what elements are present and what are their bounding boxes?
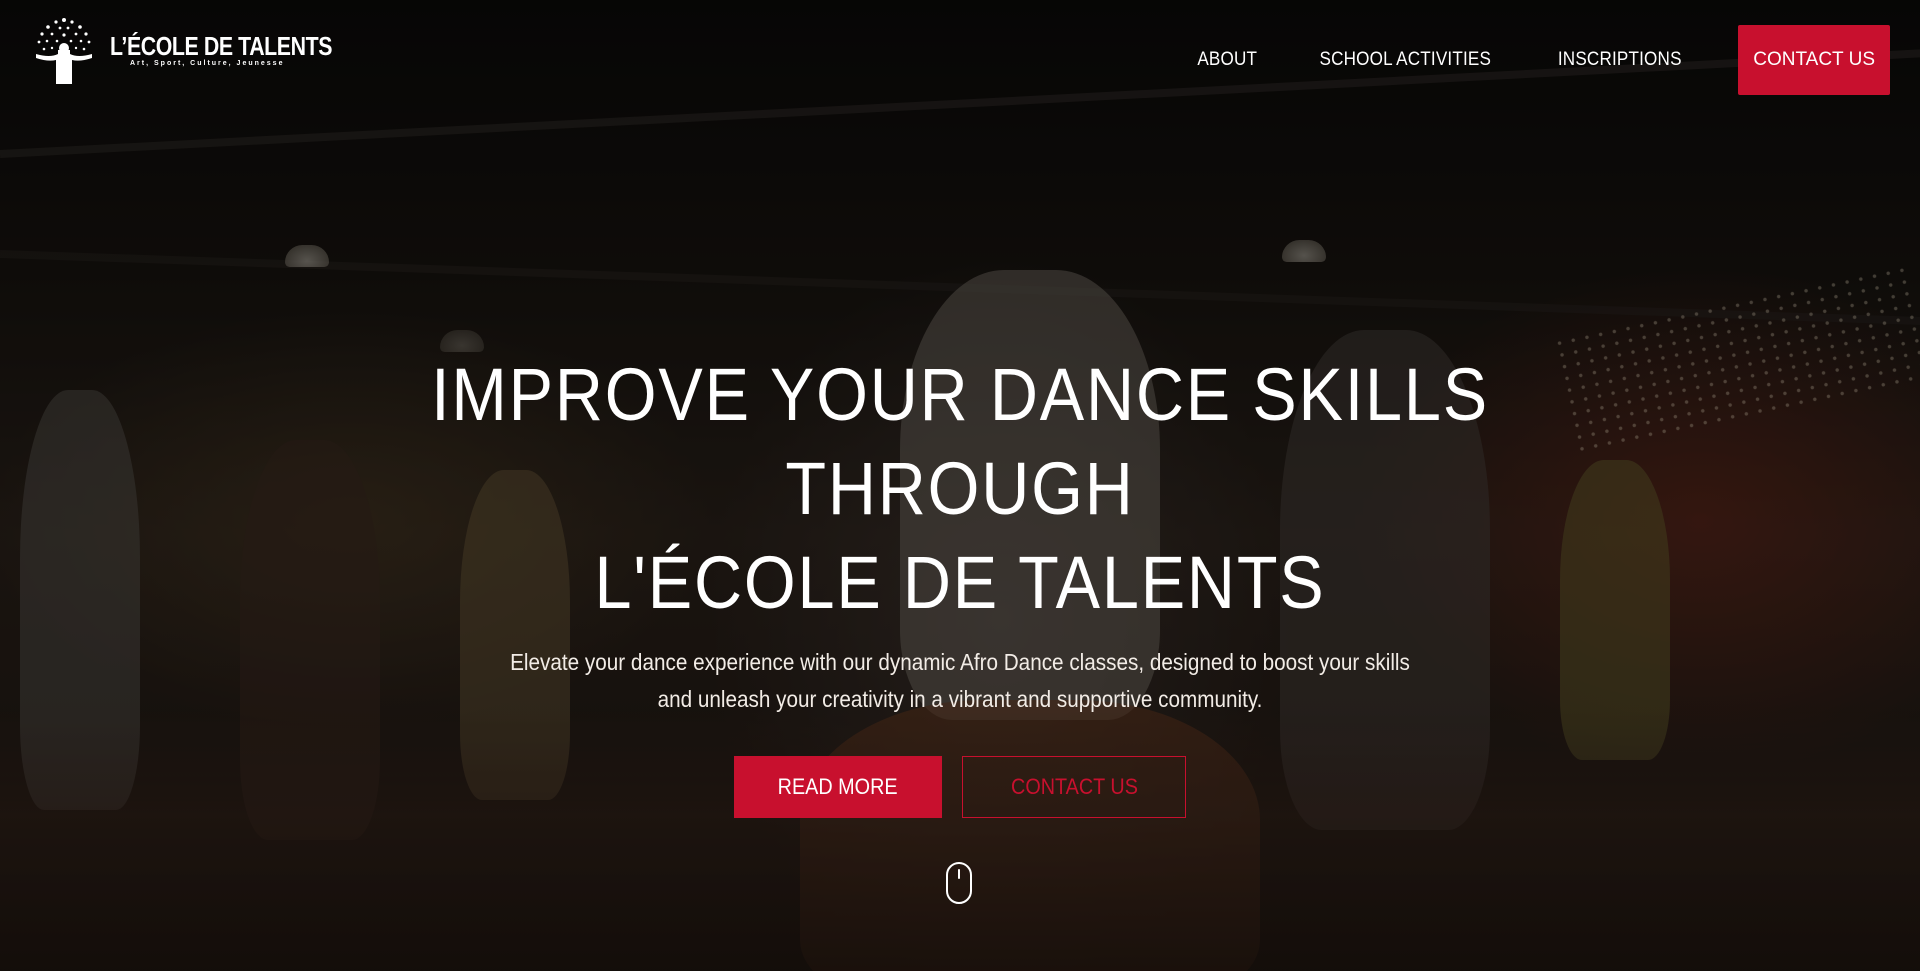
main-nav: ABOUT SCHOOL ACTIVITIES INSCRIPTIONS CON… (1194, 25, 1890, 95)
hero-headline-line2: L'ÉCOLE DE TALENTS (594, 541, 1326, 624)
hero-content: IMPROVE YOUR DANCE SKILLS THROUGH L'ÉCOL… (0, 348, 1920, 818)
hero-headline: IMPROVE YOUR DANCE SKILLS THROUGH L'ÉCOL… (330, 348, 1590, 630)
read-more-label: READ MORE (778, 774, 898, 799)
hero-subtext: Elevate your dance experience with our d… (510, 649, 1410, 712)
hero-section: L’ÉCOLE DE TALENTS Art, Sport, Culture, … (0, 0, 1920, 971)
nav-link-school-activities[interactable]: SCHOOL ACTIVITIES (1320, 49, 1492, 71)
hero-buttons: READ MORE CONTACT US (0, 756, 1920, 818)
brand-name: L’ÉCOLE DE TALENTS (110, 31, 333, 61)
logo[interactable]: L’ÉCOLE DE TALENTS Art, Sport, Culture, … (30, 14, 381, 86)
nav-link-inscriptions[interactable]: INSCRIPTIONS (1558, 49, 1682, 71)
mouse-scroll-icon[interactable] (946, 862, 972, 904)
site-header: L’ÉCOLE DE TALENTS Art, Sport, Culture, … (0, 0, 1920, 120)
brand-tagline: Art, Sport, Culture, Jeunesse (130, 60, 285, 67)
contact-us-label: CONTACT US (1010, 774, 1138, 799)
hero-headline-line1: IMPROVE YOUR DANCE SKILLS THROUGH (431, 353, 1489, 530)
nav-contact-button[interactable]: CONTACT US (1738, 25, 1890, 95)
nav-link-about[interactable]: ABOUT (1197, 49, 1257, 71)
tree-person-icon (30, 14, 98, 86)
contact-us-button[interactable]: CONTACT US (962, 756, 1186, 818)
read-more-button[interactable]: READ MORE (734, 756, 942, 818)
